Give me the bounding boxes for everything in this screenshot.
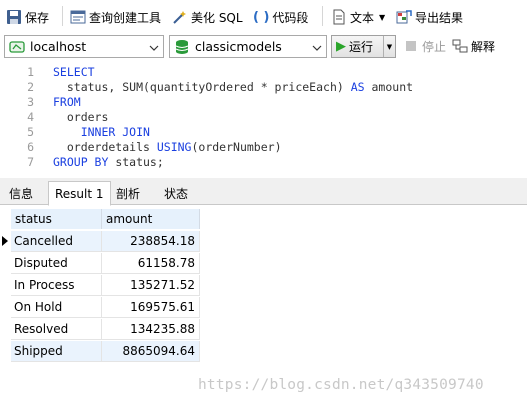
sql-editor[interactable]: 1 SELECT 2 status, SUM(quantityOrdered * p… xyxy=(0,60,527,176)
save-button[interactable]: 保存 xyxy=(6,7,49,27)
play-icon: ▶ xyxy=(336,39,346,54)
code-line: FROM xyxy=(53,95,81,109)
code-line: GROUP BY status; xyxy=(53,155,164,169)
tab-profile[interactable]: 剖析 xyxy=(109,181,147,205)
sql-text: orders xyxy=(53,110,109,124)
database-value: classicmodels xyxy=(195,39,282,54)
beautify-sql-label: 美化 SQL xyxy=(191,10,243,25)
run-options-dropdown[interactable]: ▼ xyxy=(384,43,395,51)
chevron-down-icon: ▼ xyxy=(379,12,386,22)
run-main[interactable]: ▶ 运行 xyxy=(332,36,384,57)
explain-icon xyxy=(452,38,468,54)
toolbar-divider xyxy=(62,6,63,26)
sql-text: orderdetails xyxy=(53,140,157,154)
code-line: orders xyxy=(53,110,109,124)
column-header-amount[interactable]: amount xyxy=(102,209,200,229)
stop-label: 停止 xyxy=(422,39,447,54)
cell-status[interactable]: On Hold xyxy=(11,297,102,318)
export-results-button[interactable]: 导出结果 xyxy=(396,7,463,27)
export-icon xyxy=(396,9,412,25)
save-icon xyxy=(6,9,22,25)
cell-amount[interactable]: 134235.88 xyxy=(102,319,200,340)
code-snippet-label: 代码段 xyxy=(272,10,309,25)
sql-keyword: SELECT xyxy=(53,65,95,79)
server-value: localhost xyxy=(30,39,87,54)
save-label: 保存 xyxy=(25,10,50,25)
line-number: 4 xyxy=(27,110,34,124)
cell-status[interactable]: Cancelled xyxy=(11,231,102,252)
export-results-label: 导出结果 xyxy=(415,10,464,25)
column-header-status[interactable]: status xyxy=(11,209,102,229)
tab-result-1[interactable]: Result 1 xyxy=(48,181,111,206)
connection-icon xyxy=(9,39,25,55)
beautify-sql-button[interactable]: 美化 SQL xyxy=(172,7,243,27)
line-number: 1 xyxy=(27,65,34,79)
cell-status[interactable]: Resolved xyxy=(11,319,102,340)
code-snippet-icon: ( ) xyxy=(253,9,270,25)
query-builder-icon xyxy=(70,9,86,25)
line-number: 6 xyxy=(27,140,34,154)
code-line: SELECT xyxy=(53,65,95,79)
cell-status[interactable]: Shipped xyxy=(11,341,102,362)
current-row-indicator xyxy=(2,236,8,246)
cell-amount[interactable]: 61158.78 xyxy=(102,253,200,274)
cell-amount[interactable]: 135271.52 xyxy=(102,275,200,296)
code-snippet-button[interactable]: ( ) 代码段 xyxy=(253,7,308,27)
sql-text: status, SUM(quantityOrdered * priceEach) xyxy=(53,80,351,94)
run-label: 运行 xyxy=(349,40,374,54)
sql-keyword: GROUP BY xyxy=(53,155,109,169)
toolbar-divider xyxy=(322,6,323,26)
code-line: status, SUM(quantityOrdered * priceEach)… xyxy=(53,80,413,94)
cell-amount[interactable]: 238854.18 xyxy=(102,231,200,252)
sql-keyword: INNER JOIN xyxy=(80,125,150,139)
main-toolbar: 保存 查询创建工具 美化 SQL ( ) 代码段 文本 ▼ 导出结果 xyxy=(0,0,527,33)
code-line: orderdetails USING(orderNumber) xyxy=(53,140,282,154)
database-icon xyxy=(174,39,190,55)
line-number: 5 xyxy=(27,125,34,139)
cell-status[interactable]: Disputed xyxy=(11,253,102,274)
cell-status[interactable]: In Process xyxy=(11,275,102,296)
tab-info[interactable]: 信息 xyxy=(2,181,40,205)
result-tabs: 信息 Result 1 剖析 状态 xyxy=(0,178,527,206)
database-select[interactable]: classicmodels xyxy=(169,35,327,58)
server-select[interactable]: localhost xyxy=(4,35,164,58)
cell-amount[interactable]: 8865094.64 xyxy=(102,341,200,362)
stop-button[interactable]: 停止 xyxy=(403,36,446,56)
query-builder-button[interactable]: 查询创建工具 xyxy=(70,7,161,27)
sql-text: status; xyxy=(108,155,164,169)
cell-amount[interactable]: 169575.61 xyxy=(102,297,200,318)
beautify-icon xyxy=(172,9,188,25)
explain-label: 解释 xyxy=(471,39,496,54)
sql-keyword: FROM xyxy=(53,95,81,109)
watermark: https://blog.csdn.net/q343509740 xyxy=(198,377,484,393)
sql-text: (orderNumber) xyxy=(191,140,282,154)
line-number: 2 xyxy=(27,80,34,94)
text-document-icon xyxy=(331,9,347,25)
code-line: INNER JOIN xyxy=(53,125,150,139)
chevron-down-icon xyxy=(149,41,159,51)
sql-keyword: USING xyxy=(156,140,192,154)
tab-status[interactable]: 状态 xyxy=(157,181,195,205)
stop-icon xyxy=(403,38,419,54)
run-button[interactable]: ▶ 运行 ▼ xyxy=(331,35,396,58)
text-label: 文本 xyxy=(350,10,375,25)
sql-keyword: AS xyxy=(350,80,365,94)
chevron-down-icon: ▼ xyxy=(386,42,393,51)
line-number: 3 xyxy=(27,95,34,109)
sql-text: amount xyxy=(364,80,414,94)
query-builder-label: 查询创建工具 xyxy=(89,10,162,25)
connection-toolbar: localhost classicmodels ▶ 运行 ▼ 停止 解释 xyxy=(0,33,527,60)
chevron-down-icon xyxy=(312,41,322,51)
explain-button[interactable]: 解释 xyxy=(452,36,495,56)
line-number: 7 xyxy=(27,155,34,169)
text-button[interactable]: 文本 ▼ xyxy=(331,7,385,27)
